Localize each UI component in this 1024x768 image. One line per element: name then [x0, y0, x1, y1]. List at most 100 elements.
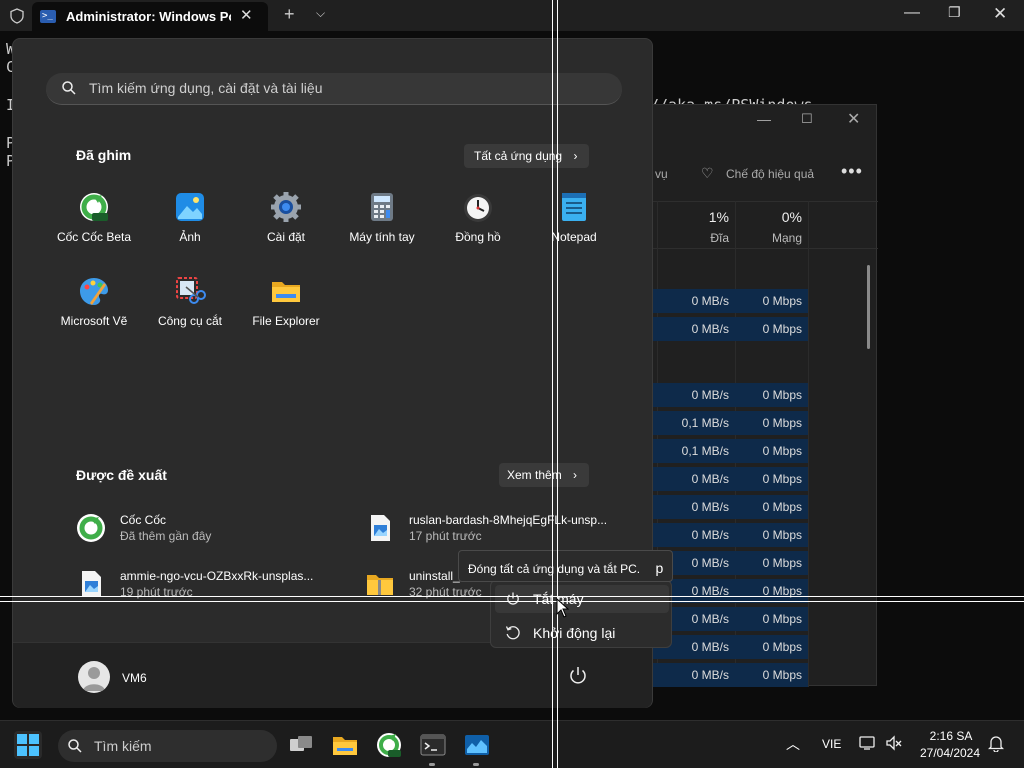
tooltip-text: Đóng tất cả ứng dụng và tắt PC. — [468, 562, 641, 576]
close-window-icon[interactable]: ✕ — [993, 4, 1007, 24]
zip-folder-icon — [367, 575, 393, 595]
task-view-button[interactable] — [287, 731, 315, 759]
close-tab-icon[interactable]: ✕ — [240, 6, 253, 24]
start-search-input[interactable]: Tìm kiếm ứng dụng, cài đặt và tài liệu — [46, 73, 622, 105]
network-value: 0 Mbps — [762, 388, 802, 402]
all-apps-button[interactable]: Tất cả ứng dụng › — [464, 144, 589, 168]
minimize-icon[interactable]: — — [904, 4, 920, 22]
power-icon[interactable] — [567, 665, 589, 687]
volume-muted-icon[interactable] — [885, 735, 903, 751]
pinned-app-clock[interactable]: Đồng hồ — [430, 191, 526, 267]
powershell-icon: >_ — [40, 10, 56, 23]
maximize-icon[interactable]: ☐ — [801, 111, 813, 127]
pinned-app-notepad[interactable]: Notepad — [526, 191, 622, 267]
crosshair-vertical-line — [552, 0, 553, 768]
taskbar-search-label: Tìm kiếm — [94, 738, 152, 754]
search-placeholder: Tìm kiếm ứng dụng, cài đặt và tài liệu — [89, 80, 323, 96]
taskbar-search[interactable]: Tìm kiếm — [58, 730, 277, 762]
terminal-tab-bar: >_ Administrator: Windows PowerShell ✕ +… — [0, 0, 1024, 31]
tooltip-overflow-text: p — [655, 560, 664, 576]
recommended-item[interactable]: ammie-ngo-vcu-OZBxxRk-unsplas... 19 phút… — [76, 567, 346, 603]
pinned-app-calculator[interactable]: Máy tính tay — [334, 191, 430, 267]
terminal-icon — [420, 734, 446, 756]
clock-time[interactable]: 2:16 SA — [920, 729, 982, 743]
pinned-app-file-explorer[interactable]: File Explorer — [238, 275, 334, 351]
folder-icon — [272, 282, 300, 302]
chevron-right-icon: › — [573, 468, 578, 482]
restart-menu-item[interactable]: Khởi động lại — [495, 619, 669, 647]
pinned-app-label: Công cụ cắt — [157, 314, 223, 328]
image-file-icon — [82, 571, 101, 597]
crosshair-horizontal-line — [0, 596, 1024, 597]
disk-percent[interactable]: 1% — [671, 209, 729, 225]
task-view-icon — [290, 736, 312, 751]
terminal-tab-title: Administrator: Windows PowerShell — [66, 9, 231, 24]
running-indicator — [473, 763, 479, 766]
network-icon[interactable] — [859, 735, 877, 751]
taskbar: Tìm kiếm ︿ VIE 2:16 SA 27/04/2024 — [0, 720, 1024, 768]
admin-shield-icon — [10, 8, 24, 24]
disk-value: 0 MB/s — [691, 294, 729, 308]
search-icon — [68, 739, 82, 753]
maximize-icon[interactable]: ❐ — [948, 4, 961, 21]
power-menu: Tắt máy Khởi động lại — [490, 580, 672, 648]
pinned-app-settings[interactable]: Cài đặt — [238, 191, 334, 267]
crosshair-vertical-line — [557, 0, 558, 768]
pinned-app-label: Máy tính tay — [349, 230, 415, 244]
recommended-item-name: uninstall_ — [409, 569, 460, 583]
coccoc-icon — [377, 733, 401, 757]
pinned-app-photos[interactable]: Ảnh — [142, 191, 238, 267]
task-manager-icon — [465, 735, 489, 755]
user-name[interactable]: VM6 — [122, 671, 147, 685]
restart-icon — [505, 626, 520, 640]
recommended-item[interactable]: Cốc Cốc Đã thêm gần đây — [76, 511, 346, 547]
more-button[interactable]: Xem thêm › — [499, 463, 589, 487]
coccoc-icon — [77, 514, 105, 542]
network-value: 0 Mbps — [762, 472, 802, 486]
notepad-icon — [562, 193, 586, 221]
taskbar-terminal[interactable] — [419, 731, 447, 766]
scrollbar-thumb[interactable] — [867, 265, 870, 349]
network-value: 0 Mbps — [762, 500, 802, 514]
running-indicator — [429, 763, 435, 766]
terminal-tab[interactable]: >_ Administrator: Windows PowerShell ✕ — [32, 2, 268, 31]
recommended-item-name: Cốc Cốc — [120, 513, 167, 527]
clock-date[interactable]: 27/04/2024 — [914, 746, 986, 760]
disk-value: 0,1 MB/s — [681, 444, 729, 458]
avatar[interactable] — [78, 661, 110, 693]
power-icon — [507, 592, 519, 605]
recommended-item[interactable]: ruslan-bardash-8MhejqEgFLk-unsp... 17 ph… — [365, 511, 635, 547]
new-tab-icon[interactable]: + — [284, 4, 295, 25]
snipping-tool-icon — [176, 277, 206, 304]
chevron-down-icon[interactable]: ⌵ — [316, 6, 325, 21]
start-button[interactable] — [14, 731, 42, 759]
image-file-icon — [371, 515, 390, 541]
more-label: Xem thêm — [507, 468, 562, 482]
disk-value: 0 MB/s — [691, 668, 729, 682]
pinned-app-paint[interactable]: Microsoft Vẽ — [46, 275, 142, 351]
taskbar-coccoc[interactable] — [375, 731, 403, 759]
disk-column-label[interactable]: Đĩa — [671, 231, 729, 245]
efficiency-mode-button[interactable]: Chế độ hiệu quả — [726, 167, 814, 181]
network-value: 0 Mbps — [762, 640, 802, 654]
language-indicator[interactable]: VIE — [822, 737, 841, 751]
close-window-icon[interactable]: ✕ — [847, 109, 860, 129]
network-value: 0 Mbps — [762, 444, 802, 458]
network-percent[interactable]: 0% — [741, 209, 802, 225]
notification-bell-icon[interactable] — [988, 735, 1004, 752]
search-icon — [62, 81, 76, 95]
network-value: 0 Mbps — [762, 322, 802, 336]
network-value: 0 Mbps — [762, 612, 802, 626]
more-options-icon[interactable]: ••• — [841, 161, 863, 182]
pinned-app-snipping-tool[interactable]: Công cụ cắt — [142, 275, 238, 351]
chevron-up-icon[interactable]: ︿ — [786, 734, 800, 754]
network-column-label[interactable]: Mạng — [741, 231, 802, 245]
all-apps-label: Tất cả ứng dụng — [474, 149, 563, 163]
pinned-app-coccoc-beta[interactable]: Cốc Cốc Beta — [46, 191, 142, 267]
taskbar-task-manager[interactable] — [463, 731, 491, 766]
shutdown-menu-item[interactable]: Tắt máy — [495, 585, 669, 613]
calculator-icon — [371, 193, 393, 221]
network-value: 0 Mbps — [762, 416, 802, 430]
taskbar-file-explorer[interactable] — [331, 731, 359, 759]
minimize-icon[interactable]: — — [757, 111, 771, 127]
